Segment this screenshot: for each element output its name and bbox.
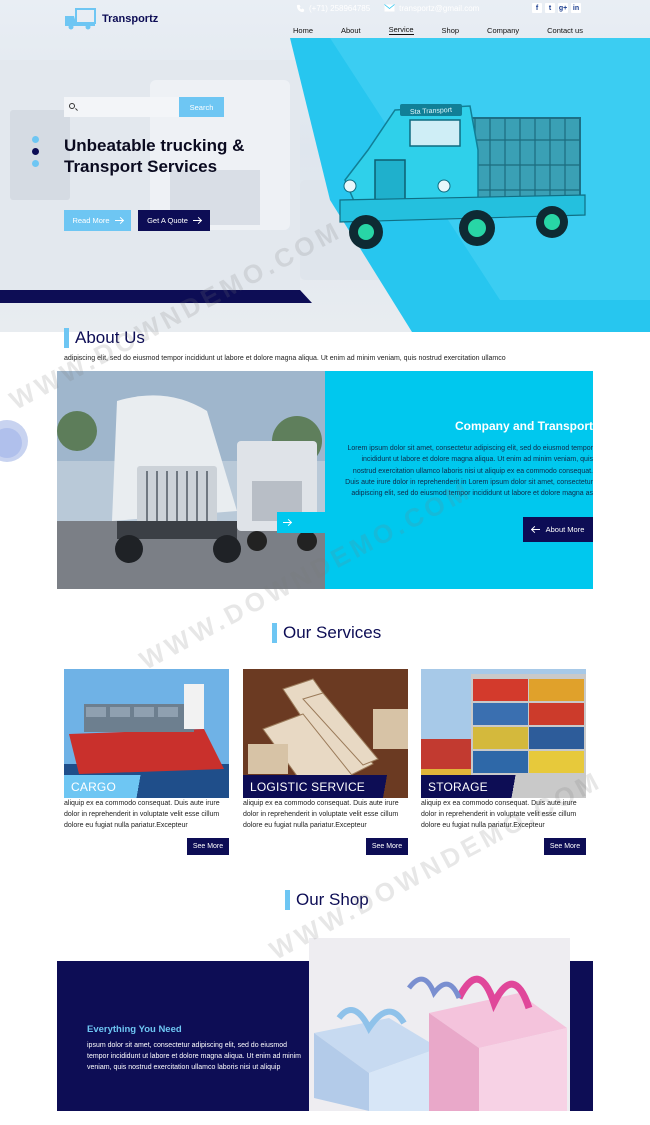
read-more-label: Read More	[72, 216, 110, 225]
slider-dot[interactable]	[32, 136, 39, 143]
slider-dot[interactable]	[32, 160, 39, 167]
main-nav: Home About Service Shop Company Contact …	[283, 22, 593, 38]
search-input[interactable]	[64, 97, 179, 117]
truck-logo-icon	[65, 8, 96, 30]
nav-item-company[interactable]: Company	[487, 26, 519, 35]
service-label: STORAGE	[421, 775, 522, 798]
facebook-icon[interactable]: f	[532, 3, 542, 13]
service-card-cargo: CARGO aliquip ex ea commodo consequat. D…	[64, 669, 229, 855]
about-intro: adipiscing elit, sed do eiusmod tempor i…	[64, 355, 506, 362]
phone-number: (+71) 258964785	[309, 3, 371, 13]
nav-item-shop[interactable]: Shop	[442, 26, 460, 35]
about-more-button[interactable]: About More	[523, 517, 593, 542]
see-more-button[interactable]: See More	[366, 838, 408, 855]
nav-item-about[interactable]: About	[341, 26, 361, 35]
slider-dot-active[interactable]	[32, 148, 39, 155]
see-more-button[interactable]: See More	[544, 838, 586, 855]
about-heading: Company and Transport	[454, 419, 593, 433]
image-next-arrow[interactable]	[277, 512, 325, 533]
hero-section: Sta Transport Transportz (+71) 258964785…	[0, 0, 650, 332]
arrow-right-icon	[283, 522, 291, 523]
contact-topbar: (+71) 258964785 transportz@gmail.com	[296, 0, 479, 16]
hero-title: Unbeatable trucking & Transport Services	[64, 136, 245, 176]
shop-title: Our Shop	[285, 890, 369, 910]
about-truck-image	[57, 371, 325, 589]
search-bar: Search	[64, 97, 224, 117]
shop-paragraph: ipsum dolor sit amet, consectetur adipis…	[87, 1042, 302, 1071]
shop-heading: Everything You Need	[87, 1024, 182, 1035]
about-paragraph: Lorem ipsum dolor sit amet, consectetur …	[345, 445, 593, 498]
twitter-icon[interactable]: t	[545, 3, 555, 13]
linkedin-icon[interactable]: in	[571, 3, 581, 13]
brand-name: Transportz	[102, 13, 159, 25]
nav-item-contact[interactable]: Contact us	[547, 26, 583, 35]
service-label: LOGISTIC SERVICE	[243, 775, 400, 798]
service-text: aliquip ex ea commodo consequat. Duis au…	[421, 800, 577, 829]
service-text: aliquip ex ea commodo consequat. Duis au…	[64, 800, 220, 829]
pallets-image: LOGISTIC SERVICE	[243, 669, 408, 798]
nav-item-home[interactable]: Home	[293, 26, 313, 35]
cargo-ship-image: CARGO	[64, 669, 229, 798]
arrow-left-icon	[531, 529, 540, 530]
about-title: About Us	[64, 328, 145, 348]
about-more-label: About More	[545, 525, 585, 534]
slider-dots	[32, 136, 39, 167]
arrow-right-icon	[114, 220, 123, 221]
gift-boxes-image	[309, 938, 570, 1111]
read-more-button[interactable]: Read More	[64, 210, 131, 231]
containers-image: STORAGE	[421, 669, 586, 798]
nav-item-service[interactable]: Service	[388, 25, 414, 35]
brand-logo[interactable]: Transportz	[64, 6, 158, 32]
search-icon	[69, 103, 75, 109]
see-more-button[interactable]: See More	[187, 838, 229, 855]
about-card: Company and Transport Lorem ipsum dolor …	[57, 371, 593, 589]
arrow-right-icon	[192, 220, 201, 221]
email-contact[interactable]: transportz@gmail.com	[384, 4, 479, 13]
service-card-storage: STORAGE aliquip ex ea commodo consequat.…	[421, 669, 586, 855]
service-label: CARGO	[64, 775, 151, 798]
phone-icon	[296, 4, 305, 12]
service-card-logistic: LOGISTIC SERVICE aliquip ex ea commodo c…	[243, 669, 408, 855]
get-quote-button[interactable]: Get A Quote	[138, 210, 210, 231]
services-title: Our Services	[272, 623, 381, 643]
get-quote-label: Get A Quote	[147, 216, 188, 225]
service-text: aliquip ex ea commodo consequat. Duis au…	[243, 800, 399, 829]
google-plus-icon[interactable]: g+	[558, 3, 568, 13]
envelope-icon	[384, 4, 395, 12]
search-button[interactable]: Search	[179, 97, 224, 117]
social-links: f t g+ in	[532, 3, 581, 13]
email-address: transportz@gmail.com	[399, 3, 480, 13]
phone-contact[interactable]: (+71) 258964785	[296, 4, 370, 13]
